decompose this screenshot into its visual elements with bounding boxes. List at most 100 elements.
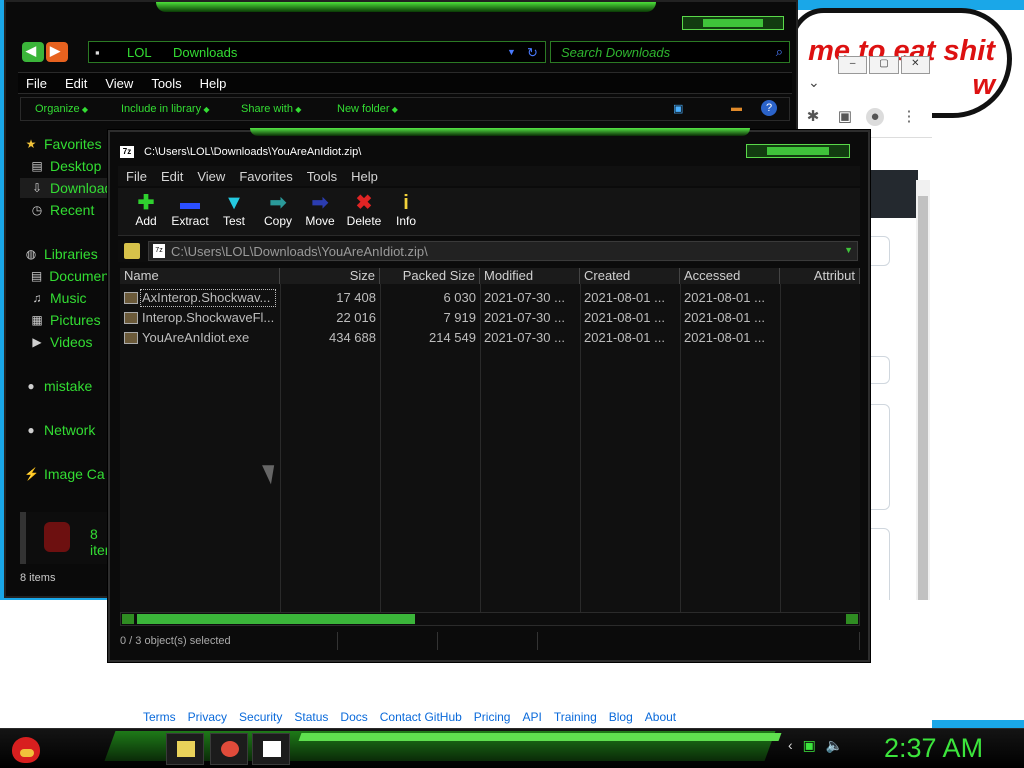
footer-link-security[interactable]: Security — [239, 710, 282, 724]
back-button[interactable] — [22, 42, 44, 62]
search-icon[interactable]: ⌕ — [776, 44, 783, 60]
forward-button[interactable] — [46, 42, 68, 62]
close-button[interactable]: ✕ — [900, 56, 930, 74]
sidebar-item-documents[interactable]: ▤ Documents — [20, 266, 120, 286]
help-icon[interactable]: ? — [761, 100, 777, 116]
footer-link-terms[interactable]: Terms — [143, 710, 176, 724]
extensions-icon[interactable]: ✱ — [804, 108, 822, 126]
column-header-modified[interactable]: Modified — [480, 268, 580, 284]
minimize-button[interactable]: – — [838, 56, 868, 74]
footer-link-api[interactable]: API — [522, 710, 541, 724]
taskbar-app-7zip[interactable] — [252, 733, 290, 765]
tool-label: Copy — [263, 214, 292, 228]
menu-view[interactable]: View — [105, 76, 133, 91]
scroll-right-button[interactable] — [846, 614, 858, 624]
footer-link-training[interactable]: Training — [554, 710, 597, 724]
address-dropdown-icon[interactable]: ▼ — [507, 47, 516, 57]
start-button[interactable] — [6, 731, 46, 767]
column-header-name[interactable]: Name — [120, 268, 280, 284]
footer-link-privacy[interactable]: Privacy — [188, 710, 227, 724]
menu-tools[interactable]: Tools — [307, 169, 337, 184]
delete-button[interactable]: ✖ Delete — [344, 192, 384, 236]
test-button[interactable]: ▼ Test — [214, 192, 254, 236]
file-row[interactable]: YouAreAnIdiot.exe 434 688 214 549 2021-07-3… — [120, 328, 860, 348]
footer-link-pricing[interactable]: Pricing — [474, 710, 511, 724]
chevron-down-icon[interactable]: ⌄ — [808, 74, 820, 91]
file-row[interactable]: Interop.ShockwaveFl... 22 016 7 919 2021-07… — [120, 308, 860, 328]
include-in-library-button[interactable]: Include in library — [121, 103, 209, 115]
refresh-icon[interactable]: ↻ — [527, 45, 538, 61]
sidebar-item-desktop[interactable]: ▤ Desktop — [20, 156, 120, 176]
menu-help[interactable]: Help — [200, 76, 227, 91]
sidebar-item-label: Favorites — [44, 136, 102, 152]
menu-edit[interactable]: Edit — [65, 76, 87, 91]
footer-link-about[interactable]: About — [645, 710, 676, 724]
preview-pane-icon[interactable]: ▬ — [731, 102, 742, 114]
scroll-left-button[interactable] — [122, 614, 134, 624]
address-bar[interactable]: ▪ LOL Downloads ▼ ↻ — [88, 41, 546, 63]
menu-help[interactable]: Help — [351, 169, 378, 184]
profile-icon[interactable]: ● — [866, 108, 884, 126]
sidebar-item-libraries[interactable]: ◍ Libraries — [20, 244, 120, 264]
cell-size: 434 688 — [329, 330, 376, 345]
column-header-packed-size[interactable]: Packed Size — [380, 268, 480, 284]
copy-icon: ➡ — [269, 192, 287, 214]
menu-edit[interactable]: Edit — [161, 169, 183, 184]
menu-favorites[interactable]: Favorites — [239, 169, 292, 184]
more-menu-icon[interactable]: ⋮ — [900, 108, 918, 126]
extract-button[interactable]: ▬ Extract — [170, 192, 210, 236]
action-center-icon[interactable]: ▣ — [803, 737, 816, 754]
search-input[interactable]: Search Downloads ⌕ — [550, 41, 790, 63]
menu-view[interactable]: View — [197, 169, 225, 184]
organize-button[interactable]: Organize — [35, 103, 88, 115]
window-controls[interactable] — [682, 16, 784, 30]
sidebar-item-favorites[interactable]: ★ Favorites — [20, 134, 120, 154]
show-hidden-icons-icon[interactable]: ‹ — [788, 737, 793, 754]
sidebar-item-network[interactable]: ● Network — [20, 420, 120, 440]
menu-tools[interactable]: Tools — [151, 76, 181, 91]
clock[interactable]: 2:37 AM — [884, 733, 983, 764]
move-button[interactable]: ➡ Move — [300, 192, 340, 236]
path-dropdown-icon[interactable]: ▼ — [844, 245, 853, 255]
file-list: Name Size Packed Size Modified Created Access… — [120, 268, 860, 612]
column-header-accessed[interactable]: Accessed — [680, 268, 780, 284]
taskbar-app-chrome[interactable] — [210, 733, 248, 765]
side-panel-icon[interactable]: ▣ — [836, 108, 854, 126]
copy-button[interactable]: ➡ Copy — [258, 192, 298, 236]
scrollbar-thumb[interactable] — [137, 614, 415, 624]
maximize-button[interactable]: ▢ — [869, 56, 899, 74]
column-header-attribut[interactable]: Attribut — [780, 268, 860, 284]
column-header-size[interactable]: Size — [280, 268, 380, 284]
sidebar-item-pictures[interactable]: ▦ Pictures — [20, 310, 120, 330]
footer-link-docs[interactable]: Docs — [340, 710, 367, 724]
breadcrumb-downloads[interactable]: Downloads — [173, 45, 237, 60]
sidebar-item-downloads[interactable]: ⇩ Downloads — [20, 178, 120, 198]
menu-file[interactable]: File — [126, 169, 147, 184]
volume-icon[interactable]: 🔈 — [826, 737, 843, 754]
tool-label: Add — [135, 214, 157, 228]
footer-link-status[interactable]: Status — [294, 710, 328, 724]
sidebar-item-videos[interactable]: ▶ Videos — [20, 332, 120, 352]
footer-link-blog[interactable]: Blog — [609, 710, 633, 724]
taskbar-app-file-explorer[interactable] — [166, 733, 204, 765]
footer-link-contact-github[interactable]: Contact GitHub — [380, 710, 462, 724]
path-field[interactable]: 7z C:\Users\LOL\Downloads\YouAreAnIdiot.… — [148, 241, 858, 261]
info-button[interactable]: i Info — [386, 192, 426, 236]
music-icon: ♫ — [32, 291, 42, 305]
selection-status: 0 / 3 object(s) selected — [120, 632, 338, 650]
sidebar-item-recent[interactable]: ◷ Recent — [20, 200, 120, 220]
folder-up-icon[interactable] — [124, 243, 140, 259]
file-row[interactable]: AxInterop.Shockwav... 17 408 6 030 2021-07-… — [120, 288, 860, 308]
add-button[interactable]: ✚ Add — [126, 192, 166, 236]
sidebar-item-mistake[interactable]: ● mistake — [20, 376, 120, 396]
menu-file[interactable]: File — [26, 76, 47, 91]
share-with-button[interactable]: Share with — [241, 103, 301, 115]
new-folder-button[interactable]: New folder — [337, 103, 398, 115]
breadcrumb-lol[interactable]: LOL — [127, 45, 152, 60]
view-icon[interactable]: ▣ — [673, 102, 683, 115]
sidebar-item-image-ca[interactable]: ⚡ Image Ca — [20, 464, 120, 484]
sidebar-item-music[interactable]: ♫ Music — [20, 288, 120, 308]
window-controls[interactable] — [746, 144, 850, 158]
column-header-created[interactable]: Created — [580, 268, 680, 284]
horizontal-scrollbar[interactable] — [120, 612, 860, 626]
